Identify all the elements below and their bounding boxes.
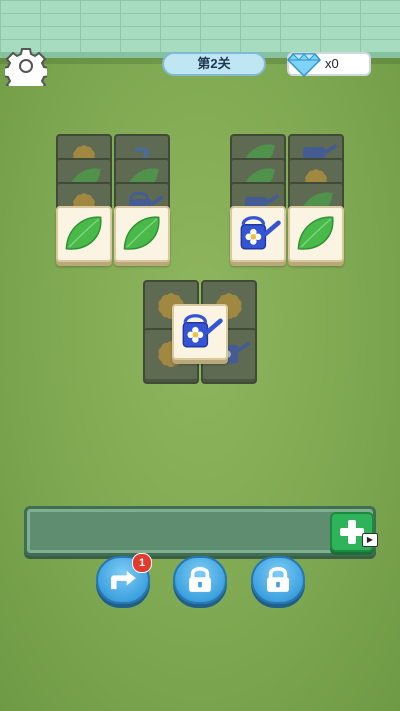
level-indicator: 第2关 xyxy=(162,52,266,76)
tile-watering-can[interactable] xyxy=(230,206,286,262)
gem-count-text: x0 xyxy=(325,56,339,71)
lock-icon xyxy=(267,566,289,592)
locked-powerup-button[interactable] xyxy=(251,556,305,604)
gem-counter: x0 xyxy=(287,52,371,78)
brick-wall-header xyxy=(0,0,400,58)
tile-leaf[interactable] xyxy=(288,206,344,262)
lock-icon xyxy=(189,566,211,592)
video-ad-icon: ▶ xyxy=(362,533,378,547)
tile-leaf[interactable] xyxy=(56,206,112,262)
undo-count-badge: 1 xyxy=(132,553,152,573)
tile-tray xyxy=(24,506,376,556)
tile-leaf[interactable] xyxy=(114,206,170,262)
settings-gear-icon[interactable] xyxy=(2,46,50,96)
locked-powerup-button[interactable] xyxy=(173,556,227,604)
tile-watering-can[interactable] xyxy=(172,304,228,360)
diamond-icon xyxy=(287,53,321,78)
